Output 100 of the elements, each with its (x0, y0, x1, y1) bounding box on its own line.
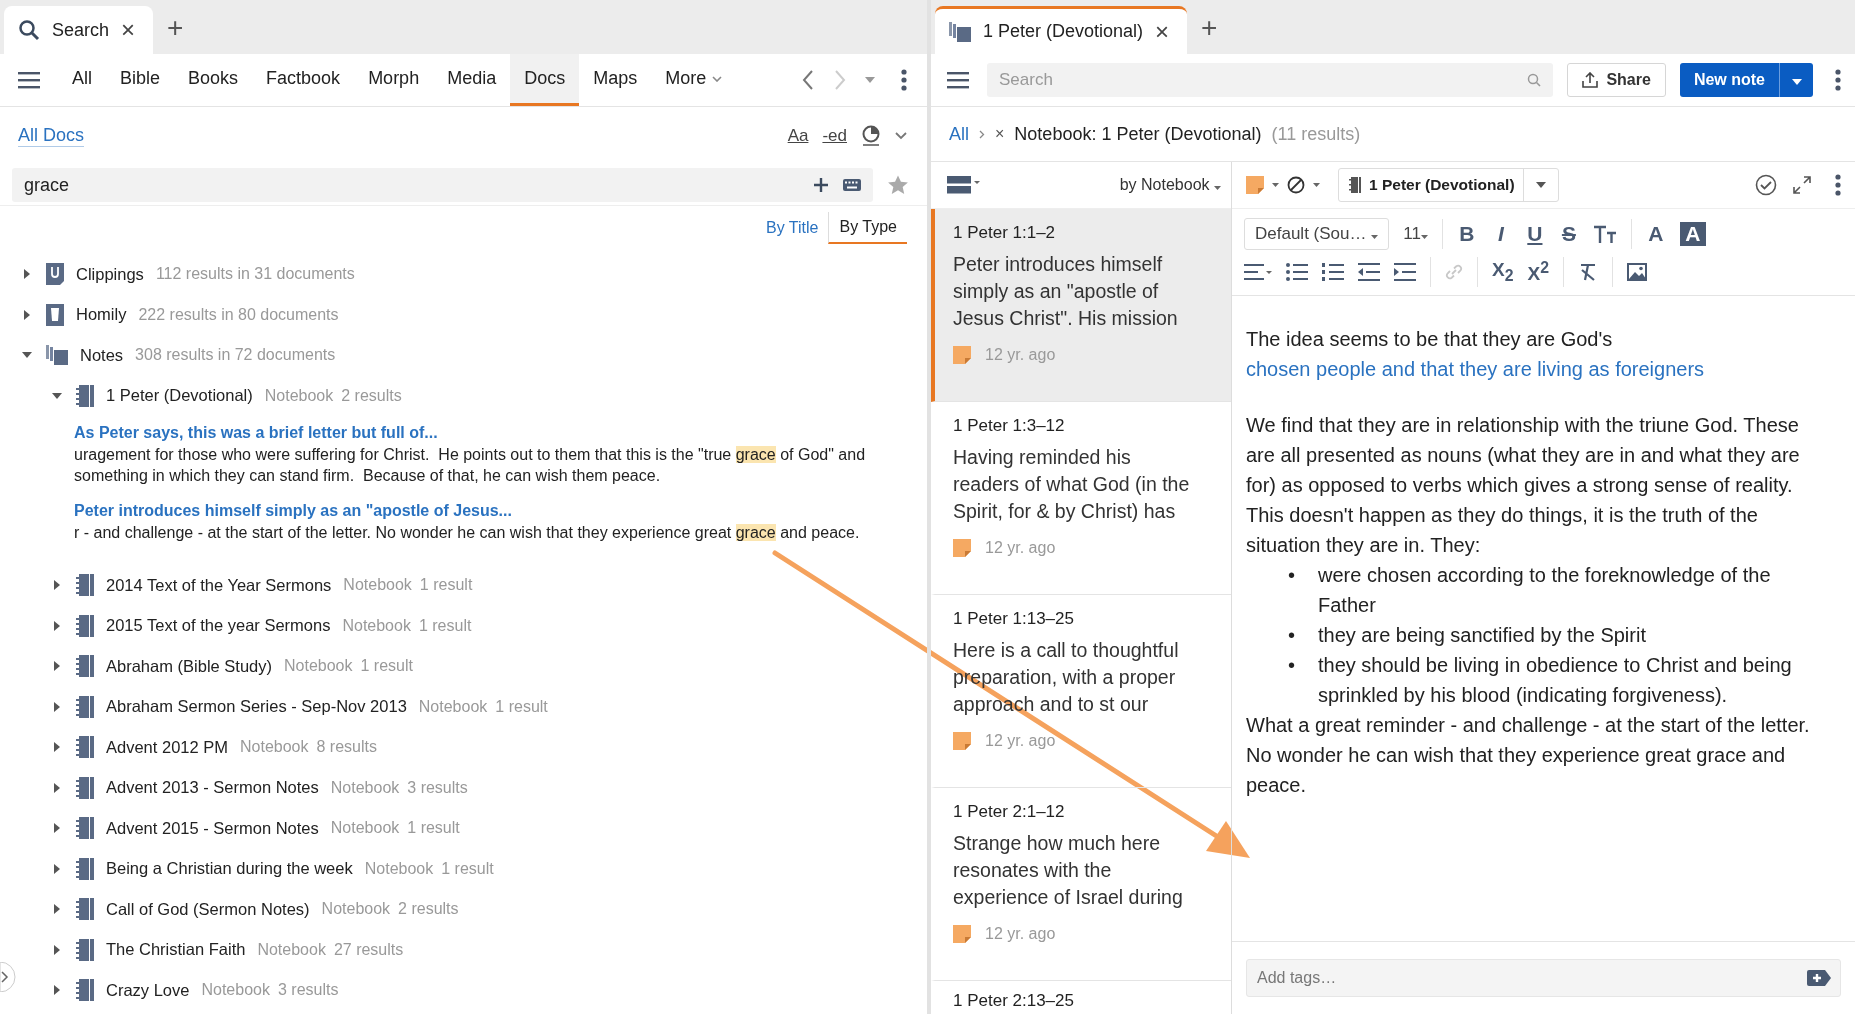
script-button[interactable]: X$_{2}$ (1492, 259, 1514, 285)
add-tag-icon[interactable] (1807, 970, 1831, 986)
nav-tab[interactable]: Docs (510, 54, 580, 106)
caret-icon[interactable] (1272, 183, 1279, 187)
breadcrumb-link[interactable]: All (949, 123, 969, 145)
plus-icon[interactable] (813, 177, 829, 193)
caret-icon[interactable] (895, 132, 907, 140)
more-menu[interactable]: More (651, 54, 737, 106)
notebook-label[interactable]: 2015 Text of the year Sermons (106, 616, 331, 636)
category-label[interactable]: Notes (80, 345, 124, 365)
remove-filter-button[interactable]: × (995, 125, 1005, 143)
notebook-label[interactable]: The Christian Faith (106, 940, 246, 960)
note-card[interactable]: 1 Peter 2:13–25 (931, 981, 1231, 1014)
bullet-list-icon[interactable] (1286, 263, 1308, 281)
menu-icon[interactable] (18, 71, 40, 89)
expand-toggle-icon[interactable] (22, 269, 32, 280)
group-by-dropdown[interactable]: by Notebook (1119, 176, 1221, 194)
close-button[interactable]: × (121, 16, 136, 44)
notebook-label[interactable]: 1 Peter (Devotional) (106, 386, 253, 406)
expand-toggle-icon[interactable] (52, 782, 62, 793)
note-card[interactable]: 1 Peter 1:3–12 Having reminded his readers of what God (in the Spirit, for & by Christ) has 12 yr. ago (931, 402, 1231, 595)
more-icon[interactable] (1835, 174, 1841, 196)
clear-format-icon[interactable] (1578, 263, 1598, 281)
color-button[interactable]: A (1679, 222, 1706, 246)
keyboard-icon[interactable] (843, 179, 861, 191)
notebook-label[interactable]: Crazy Love (106, 980, 190, 1000)
result-title-link[interactable]: As Peter says, this was a brief letter but full of... (74, 422, 927, 444)
text-size-icon[interactable] (1592, 225, 1617, 243)
caret-icon[interactable] (865, 77, 875, 83)
category-label[interactable]: Clippings (76, 264, 144, 284)
nav-tab[interactable]: Factbook (252, 54, 355, 106)
new-tab-button[interactable]: + (1201, 6, 1218, 54)
notebook-label[interactable]: Abraham Sermon Series - Sep-Nov 2013 (106, 697, 407, 717)
expand-toggle-icon[interactable] (52, 661, 62, 672)
nav-tab[interactable]: All (58, 54, 106, 106)
script-button[interactable]: X$^{2}$ (1527, 258, 1549, 286)
image-icon[interactable] (1627, 263, 1647, 281)
sort-option[interactable]: By Title (756, 213, 829, 243)
new-note-dropdown[interactable] (1779, 63, 1813, 97)
star-icon[interactable] (887, 174, 909, 196)
format-button[interactable]: U (1524, 222, 1545, 246)
expand-toggle-icon[interactable] (52, 620, 62, 631)
back-icon[interactable] (801, 69, 815, 91)
nav-tab[interactable]: Maps (579, 54, 652, 106)
expand-toggle-icon[interactable] (52, 985, 62, 996)
notes-tab[interactable]: 1 Peter (Devotional) × (935, 6, 1188, 54)
color-button[interactable]: A (1645, 222, 1666, 246)
no-symbol-icon[interactable] (1287, 176, 1305, 194)
layout-icon[interactable] (947, 176, 981, 194)
nav-tab[interactable]: Media (433, 54, 511, 106)
numbered-list-icon[interactable] (1322, 263, 1344, 281)
nav-tab[interactable]: Morph (354, 54, 434, 106)
match-option[interactable]: Aa (787, 126, 809, 146)
match-option[interactable]: -ed (822, 126, 847, 146)
menu-icon[interactable] (947, 71, 969, 89)
nav-tab[interactable]: Bible (106, 54, 175, 106)
notebook-label[interactable]: Advent 2012 PM (106, 737, 228, 757)
close-button[interactable]: × (1155, 17, 1170, 46)
notebook-label[interactable]: Call of God (Sermon Notes) (106, 899, 310, 919)
font-select[interactable]: Default (Sou… (1244, 218, 1390, 250)
format-button[interactable]: S (1558, 222, 1579, 246)
note-icon[interactable] (1246, 176, 1264, 194)
search-tab[interactable]: Search × (4, 6, 154, 54)
font-size-select[interactable]: 11 (1403, 224, 1428, 244)
search-field[interactable]: grace (12, 168, 873, 202)
notebook-label[interactable]: 2014 Text of the Year Sermons (106, 575, 332, 595)
tags-field[interactable]: Add tags… (1246, 959, 1841, 997)
expand-toggle-icon[interactable] (52, 823, 62, 834)
caret-icon[interactable] (1313, 183, 1320, 187)
expand-toggle-icon[interactable] (52, 742, 62, 753)
notebook-select[interactable]: 1 Peter (Devotional) (1338, 168, 1559, 202)
search-field[interactable]: Search (987, 63, 1554, 97)
new-tab-button[interactable]: + (167, 6, 184, 54)
notebook-label[interactable]: Abraham (Bible Study) (106, 656, 272, 676)
notebook-label[interactable]: Being a Christian during the week (106, 859, 353, 879)
expand-toggle-icon[interactable] (52, 701, 62, 712)
format-button[interactable]: I (1490, 222, 1511, 246)
share-button[interactable]: Share (1567, 63, 1666, 97)
expand-toggle-icon[interactable] (52, 390, 62, 401)
expand-toggle-icon[interactable] (52, 944, 62, 955)
gauge-icon[interactable] (861, 125, 881, 147)
result-title-link[interactable]: Peter introduces himself simply as an "apostle of Jesus... (74, 500, 927, 522)
reference-link[interactable]: chosen people and that they are living as foreigners (1246, 358, 1705, 380)
all-docs-link[interactable]: All Docs (18, 125, 84, 147)
notebook-label[interactable]: Advent 2013 - Sermon Notes (106, 778, 319, 798)
more-icon[interactable] (1835, 69, 1841, 91)
notebook-label[interactable]: Advent 2015 - Sermon Notes (106, 818, 319, 838)
indent-icon[interactable] (1394, 263, 1416, 281)
expand-toggle-icon[interactable] (52, 863, 62, 874)
expand-toggle-icon[interactable] (22, 309, 32, 320)
nav-tab[interactable]: Books (174, 54, 253, 106)
expand-icon[interactable] (1793, 176, 1811, 194)
expand-toggle-icon[interactable] (52, 580, 62, 591)
collapse-handle-icon[interactable] (0, 962, 18, 992)
note-card[interactable]: 1 Peter 1:1–2 Peter introduces himself simply as an "apostle of Jesus Christ". His mission 12 yr. ago (931, 209, 1231, 402)
align-icon[interactable] (1244, 263, 1272, 281)
category-label[interactable]: Homily (76, 305, 127, 325)
format-button[interactable]: B (1456, 222, 1477, 246)
sort-option[interactable]: By Type (828, 212, 907, 244)
expand-toggle-icon[interactable] (52, 904, 62, 915)
